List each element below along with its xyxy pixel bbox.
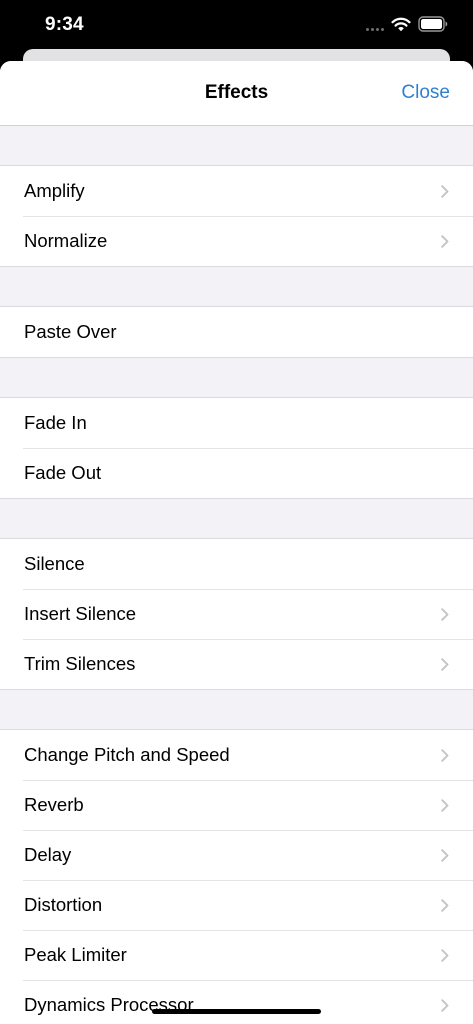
chevron-right-icon — [441, 749, 449, 762]
list-item-trim-silences[interactable]: Trim Silences — [0, 639, 473, 689]
chevron-right-icon — [441, 185, 449, 198]
list-item-fade-in[interactable]: Fade In — [0, 398, 473, 448]
group-spacer — [0, 499, 473, 538]
chevron-right-icon — [441, 849, 449, 862]
battery-icon — [418, 16, 448, 32]
list-item-delay[interactable]: Delay — [0, 830, 473, 880]
list-item-label: Delay — [24, 844, 72, 865]
effects-sheet: Effects Close Amplify Normalize Paste Over… — [0, 61, 473, 1024]
nav-bar: Effects Close — [0, 61, 473, 126]
list-item-label: Insert Silence — [24, 603, 137, 624]
list-item-label: Silence — [24, 553, 85, 574]
list-item-distortion[interactable]: Distortion — [0, 880, 473, 930]
list-item-change-pitch-and-speed[interactable]: Change Pitch and Speed — [0, 730, 473, 780]
chevron-right-icon — [441, 608, 449, 621]
list-item-label: Fade In — [24, 412, 87, 433]
status-time: 9:34 — [45, 14, 84, 35]
effects-group: Fade In Fade Out — [0, 397, 473, 499]
group-spacer — [0, 690, 473, 729]
list-item-fade-out[interactable]: Fade Out — [0, 448, 473, 498]
list-item-label: Fade Out — [24, 462, 102, 483]
list-item-label: Paste Over — [24, 321, 117, 342]
list-item-silence[interactable]: Silence — [0, 539, 473, 589]
effects-group: Amplify Normalize — [0, 165, 473, 267]
home-indicator — [152, 1009, 321, 1014]
effects-group: Silence Insert Silence Trim Silences — [0, 538, 473, 690]
group-spacer — [0, 358, 473, 397]
status-bar: 9:34 — [0, 0, 473, 50]
list-item-label: Normalize — [24, 230, 108, 251]
chevron-right-icon — [441, 949, 449, 962]
chevron-right-icon — [441, 999, 449, 1012]
chevron-right-icon — [441, 799, 449, 812]
cellular-signal-icon — [366, 28, 384, 31]
list-item-dynamics-processor[interactable]: Dynamics Processor — [0, 980, 473, 1024]
chevron-right-icon — [441, 235, 449, 248]
group-spacer — [0, 267, 473, 306]
list-item-label: Peak Limiter — [24, 944, 127, 965]
list-item-normalize[interactable]: Normalize — [0, 216, 473, 266]
list-item-paste-over[interactable]: Paste Over — [0, 307, 473, 357]
list-item-label: Change Pitch and Speed — [24, 744, 230, 765]
list-item-insert-silence[interactable]: Insert Silence — [0, 589, 473, 639]
list-item-label: Distortion — [24, 894, 103, 915]
list-item-amplify[interactable]: Amplify — [0, 166, 473, 216]
close-button[interactable]: Close — [401, 82, 450, 104]
chevron-right-icon — [441, 658, 449, 671]
effects-group: Paste Over — [0, 306, 473, 358]
list-item-reverb[interactable]: Reverb — [0, 780, 473, 830]
effects-list: Amplify Normalize Paste Over Fade In Fade Ou… — [0, 126, 473, 1024]
list-item-label: Reverb — [24, 794, 84, 815]
group-spacer — [0, 126, 473, 165]
wifi-icon — [391, 17, 411, 32]
chevron-right-icon — [441, 899, 449, 912]
list-item-label: Trim Silences — [24, 653, 136, 674]
list-item-peak-limiter[interactable]: Peak Limiter — [0, 930, 473, 980]
effects-group: Change Pitch and Speed Reverb Delay Distort… — [0, 729, 473, 1024]
list-item-label: Amplify — [24, 180, 85, 201]
